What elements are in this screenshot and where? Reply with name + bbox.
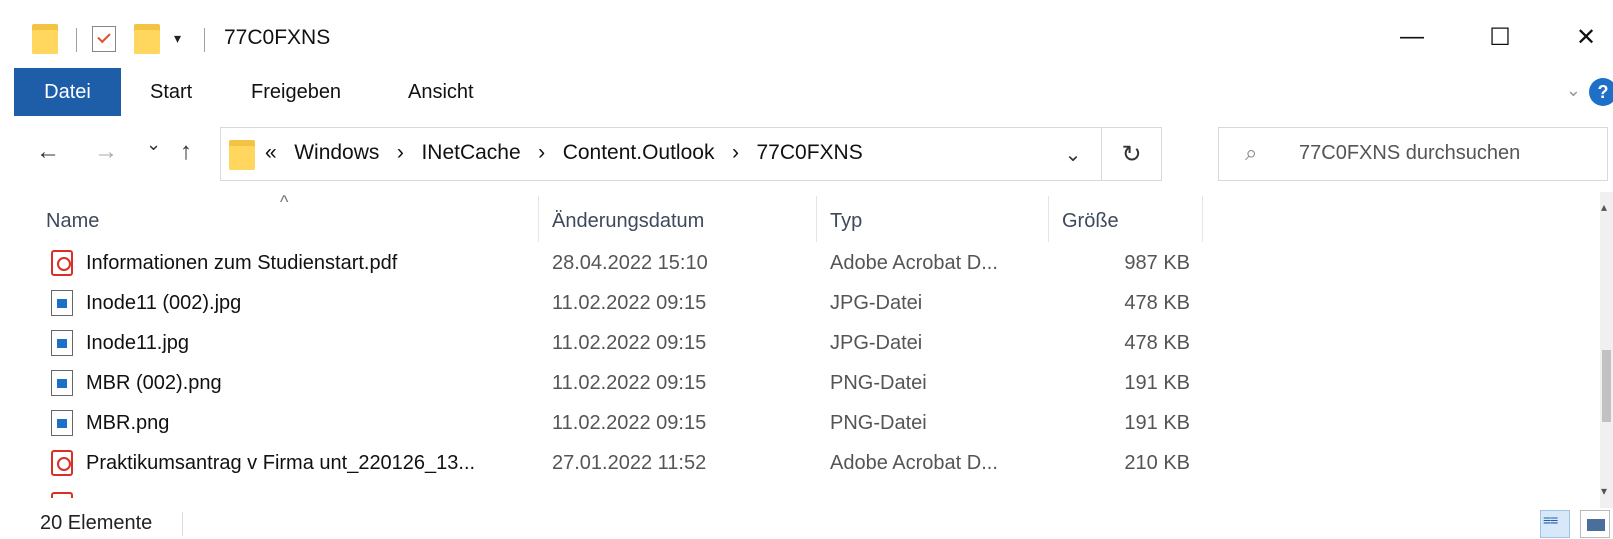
address-dropdown-button[interactable]: ⌄ bbox=[1047, 128, 1099, 180]
title-separator bbox=[204, 28, 205, 52]
file-date: 11.02.2022 09:15 bbox=[552, 292, 707, 314]
minimize-button[interactable]: — bbox=[1382, 12, 1442, 62]
forward-button[interactable]: → bbox=[94, 138, 118, 166]
search-box[interactable]: ⌕ 77C0FXNS durchsuchen bbox=[1218, 127, 1608, 181]
file-date: 11.02.2022 09:15 bbox=[552, 412, 707, 434]
tab-freigeben[interactable]: Freigeben bbox=[235, 68, 357, 116]
expand-ribbon-icon[interactable]: ⌄ bbox=[1566, 80, 1581, 101]
file-name: Inode11 (002).jpg bbox=[86, 292, 242, 314]
file-size: 478 KB bbox=[1124, 292, 1190, 314]
file-size: 191 KB bbox=[1124, 372, 1190, 394]
file-type: Adobe Acrobat D... bbox=[830, 252, 998, 274]
file-name: Informationen zum Studienstart.pdf bbox=[86, 252, 398, 274]
file-date: 27.01.2022 11:52 bbox=[552, 452, 707, 474]
item-count: 20 Elemente bbox=[40, 512, 153, 534]
properties-icon[interactable] bbox=[92, 26, 116, 52]
column-divider[interactable] bbox=[1048, 196, 1049, 242]
breadcrumb-separator[interactable]: › bbox=[732, 141, 739, 164]
pdf-icon bbox=[51, 450, 73, 476]
file-name: MBR (002).png bbox=[86, 372, 222, 394]
file-date: 11.02.2022 09:15 bbox=[552, 372, 707, 394]
image-icon bbox=[51, 330, 73, 356]
file-name: Inode11.jpg bbox=[86, 332, 190, 354]
file-name: Praktikumsantrag v Firma unt_220126_13..… bbox=[86, 452, 476, 474]
large-icons-view-icon[interactable] bbox=[1580, 510, 1610, 538]
table-row[interactable]: MBR.png 11.02.2022 09:15 PNG-Datei 191 K… bbox=[0, 404, 1600, 444]
tab-datei[interactable]: Datei bbox=[14, 68, 121, 116]
image-icon bbox=[51, 410, 73, 436]
breadcrumb-content-outlook[interactable]: Content.Outlook bbox=[563, 141, 715, 164]
column-divider[interactable] bbox=[1202, 196, 1203, 242]
tab-ansicht[interactable]: Ansicht bbox=[392, 68, 490, 116]
sort-ascending-icon: ^ bbox=[280, 192, 289, 212]
table-row[interactable]: Informationen zum Studienstart.pdf 28.04… bbox=[0, 244, 1600, 284]
title-bar: ▾ 77C0FXNS — ☐ ✕ bbox=[0, 0, 1613, 68]
breadcrumb-inetcache[interactable]: INetCache bbox=[421, 141, 520, 164]
table-row[interactable]: Praktikumsantrag v Firma unt_220126_13..… bbox=[0, 444, 1600, 484]
status-bar: 20 Elemente bbox=[0, 508, 1613, 539]
tab-start[interactable]: Start bbox=[134, 68, 208, 116]
recent-locations-button[interactable]: ⌄ bbox=[146, 134, 161, 155]
file-type: JPG-Datei bbox=[830, 332, 923, 354]
column-header-size[interactable]: Größe bbox=[1062, 210, 1119, 233]
ribbon-tabs: Datei Start Freigeben Ansicht ⌄ ? bbox=[0, 68, 1613, 116]
folder-icon bbox=[32, 24, 58, 54]
file-size: 478 KB bbox=[1124, 332, 1190, 354]
table-row[interactable]: Inode11 (002).jpg 11.02.2022 09:15 JPG-D… bbox=[0, 284, 1600, 324]
navigation-bar: ← → ⌄ ↑ « Windows › INetCache › Content.… bbox=[0, 116, 1613, 192]
close-button[interactable]: ✕ bbox=[1556, 12, 1613, 62]
file-type: PNG-Datei bbox=[830, 412, 927, 434]
help-button[interactable]: ? bbox=[1589, 78, 1613, 106]
folder-icon bbox=[229, 140, 255, 170]
file-size: 210 KB bbox=[1124, 452, 1190, 474]
file-type: Adobe Acrobat D... bbox=[830, 452, 998, 474]
pdf-icon bbox=[51, 492, 73, 498]
status-divider bbox=[182, 512, 183, 536]
breadcrumb-windows[interactable]: Windows bbox=[294, 141, 379, 164]
breadcrumb-77c0fxns[interactable]: 77C0FXNS bbox=[756, 141, 862, 164]
file-size: 191 KB bbox=[1124, 412, 1190, 434]
column-header-row: ^ Name Änderungsdatum Typ Größe bbox=[0, 192, 1600, 244]
column-divider[interactable] bbox=[816, 196, 817, 242]
search-input[interactable]: 77C0FXNS durchsuchen bbox=[1299, 142, 1520, 165]
column-header-name[interactable]: Name bbox=[46, 210, 99, 233]
scroll-down-icon[interactable]: ▾ bbox=[1601, 484, 1607, 498]
breadcrumb: « Windows › INetCache › Content.Outlook … bbox=[265, 141, 863, 165]
vertical-scrollbar[interactable]: ▴ ▾ bbox=[1600, 192, 1613, 512]
breadcrumb-separator[interactable]: › bbox=[538, 141, 545, 164]
breadcrumb-overflow[interactable]: « bbox=[265, 141, 277, 164]
file-type: JPG-Datei bbox=[830, 292, 923, 314]
breadcrumb-separator[interactable]: › bbox=[397, 141, 404, 164]
table-row[interactable]: MBR (002).png 11.02.2022 09:15 PNG-Datei… bbox=[0, 364, 1600, 404]
file-date: 11.02.2022 09:15 bbox=[552, 332, 707, 354]
address-bar[interactable]: « Windows › INetCache › Content.Outlook … bbox=[220, 127, 1162, 181]
image-icon bbox=[51, 290, 73, 316]
refresh-button[interactable]: ↻ bbox=[1101, 128, 1161, 180]
customize-quick-access-icon[interactable]: ▾ bbox=[174, 30, 181, 47]
up-button[interactable]: ↑ bbox=[180, 138, 192, 166]
file-date: 28.04.2022 15:10 bbox=[552, 252, 708, 274]
details-view-icon[interactable] bbox=[1540, 510, 1570, 538]
pdf-icon bbox=[51, 250, 73, 276]
window-title: 77C0FXNS bbox=[224, 26, 331, 49]
file-type: PNG-Datei bbox=[830, 372, 927, 394]
table-row[interactable]: Inode11.jpg 11.02.2022 09:15 JPG-Datei 4… bbox=[0, 324, 1600, 364]
column-header-date[interactable]: Änderungsdatum bbox=[552, 210, 704, 233]
new-folder-icon[interactable] bbox=[134, 24, 160, 54]
scroll-up-icon[interactable]: ▴ bbox=[1601, 200, 1607, 214]
file-name: MBR.png bbox=[86, 412, 170, 434]
image-icon bbox=[51, 370, 73, 396]
column-header-type[interactable]: Typ bbox=[830, 210, 862, 233]
file-size: 987 KB bbox=[1124, 252, 1190, 274]
column-divider[interactable] bbox=[538, 196, 539, 242]
back-button[interactable]: ← bbox=[36, 138, 60, 166]
scrollbar-thumb[interactable] bbox=[1602, 350, 1611, 422]
maximize-button[interactable]: ☐ bbox=[1470, 12, 1530, 62]
quick-access-separator bbox=[76, 28, 77, 52]
search-icon: ⌕ bbox=[1245, 140, 1258, 165]
